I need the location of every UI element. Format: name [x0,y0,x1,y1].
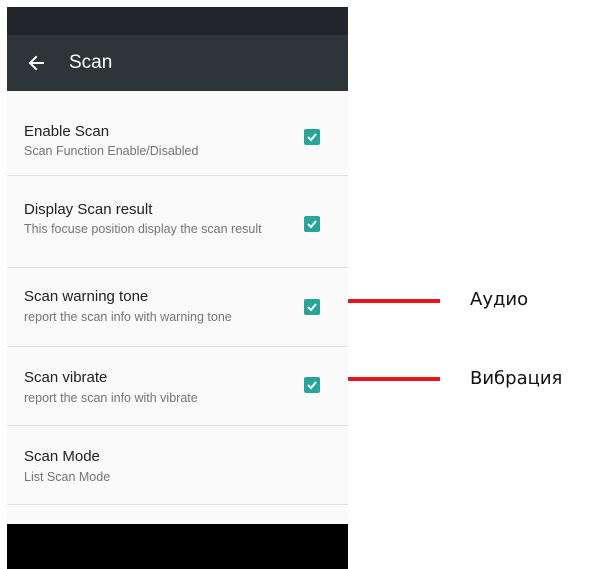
setting-title: Scan warning tone [24,288,149,305]
display-scan-result-checkbox[interactable] [304,216,320,232]
page-title: Scan [69,52,113,73]
setting-summary: This focuse position display the scan re… [24,222,262,236]
annotation-label-vibration: Вибрация [470,368,563,389]
check-icon [307,133,317,142]
setting-title: Enable Scan [24,123,110,140]
setting-scan-warning-tone[interactable]: Scan warning tone report the scan info w… [7,268,348,347]
setting-summary: Scan Function Enable/Disabled [24,144,199,158]
check-icon [307,381,317,390]
setting-title: Scan Mode [24,448,100,465]
setting-scan-vibrate[interactable]: Scan vibrate report the scan info with v… [7,347,348,426]
check-icon [307,220,317,229]
setting-summary: report the scan info with warning tone [24,310,232,324]
phone-screen: Scan Enable Scan Scan Function Enable/Di… [7,7,348,569]
check-icon [307,303,317,312]
arrow-left-icon [28,55,44,71]
app-bar: Scan [7,35,348,91]
status-bar [7,7,348,35]
back-button[interactable] [11,35,61,91]
navigation-bar [7,524,348,569]
setting-summary: report the scan info with vibrate [24,391,198,405]
annotation-line-audio [348,299,440,303]
setting-display-scan-result[interactable]: Display Scan result This focuse position… [7,176,348,268]
enable-scan-checkbox[interactable] [304,129,320,145]
settings-list: Enable Scan Scan Function Enable/Disable… [7,91,348,505]
scan-warning-tone-checkbox[interactable] [304,299,320,315]
setting-scan-mode[interactable]: Scan Mode List Scan Mode [7,426,348,505]
setting-title: Display Scan result [24,201,153,218]
annotation-label-audio: Аудио [470,289,529,310]
annotation-line-vibration [348,377,440,381]
setting-summary: List Scan Mode [24,470,111,484]
scan-vibrate-checkbox[interactable] [304,377,320,393]
setting-title: Scan vibrate [24,369,108,386]
setting-enable-scan[interactable]: Enable Scan Scan Function Enable/Disable… [7,91,348,176]
